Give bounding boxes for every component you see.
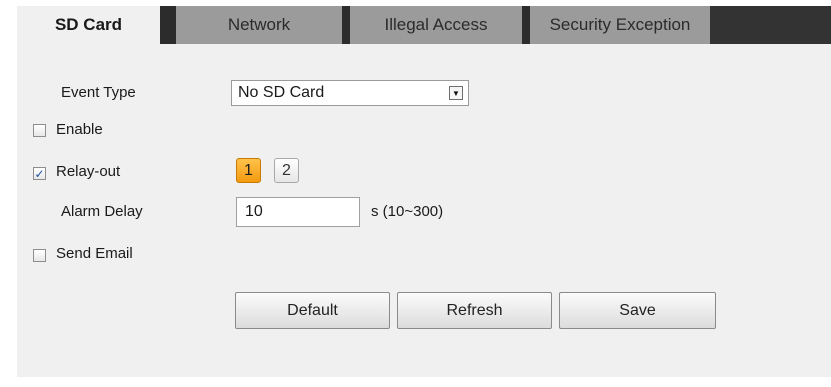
alarm-delay-input[interactable]: 10: [236, 197, 360, 227]
event-type-value: No SD Card: [238, 84, 325, 101]
tab-bar-filler: [710, 6, 831, 44]
refresh-button[interactable]: Refresh: [397, 292, 552, 329]
chevron-down-icon[interactable]: ▼: [449, 86, 463, 100]
save-button[interactable]: Save: [559, 292, 716, 329]
check-icon: ✓: [34, 166, 45, 181]
enable-label: Enable: [56, 121, 103, 138]
send-email-label: Send Email: [56, 245, 133, 262]
relay-out-label: Relay-out: [56, 163, 121, 180]
tab-illegal-access[interactable]: Illegal Access: [342, 6, 522, 44]
relay-2-button[interactable]: 2: [274, 158, 299, 183]
default-button[interactable]: Default: [235, 292, 390, 329]
alarm-delay-label: Alarm Delay: [61, 203, 143, 220]
event-type-select[interactable]: No SD Card ▼: [231, 80, 469, 106]
enable-checkbox[interactable]: [33, 124, 46, 137]
tab-divider: [160, 6, 168, 44]
tab-sd-card[interactable]: SD Card: [17, 6, 160, 44]
send-email-checkbox[interactable]: [33, 249, 46, 262]
alarm-delay-hint: s (10~300): [371, 203, 444, 220]
tab-security-exception[interactable]: Security Exception: [522, 6, 710, 44]
relay-1-button[interactable]: 1: [236, 158, 261, 183]
tab-network[interactable]: Network: [168, 6, 342, 44]
event-type-label: Event Type: [61, 84, 136, 101]
relay-out-checkbox[interactable]: ✓: [33, 167, 46, 180]
